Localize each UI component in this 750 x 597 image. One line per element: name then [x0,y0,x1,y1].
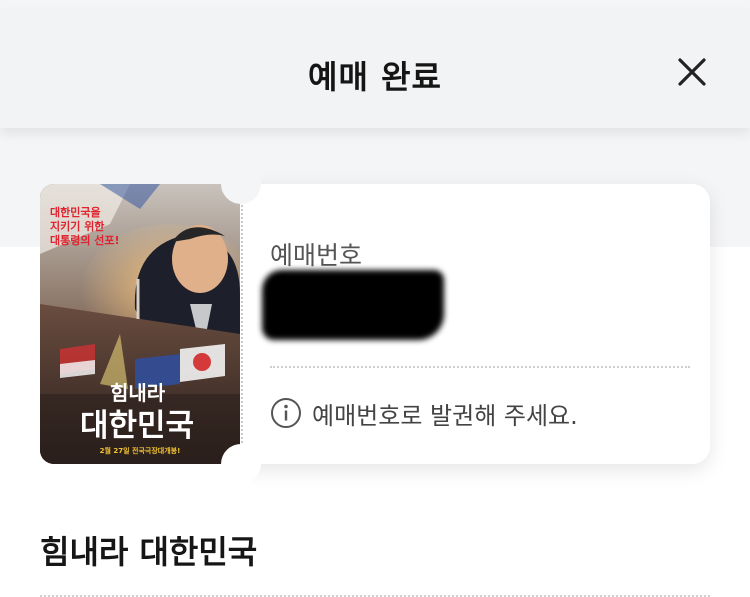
close-icon [678,58,706,86]
poster-image: 대한민국을 지키기 위한 대통령의 선포! 힘내라 대한민국 2월 27일 전국… [40,184,240,464]
ticket-notch-bottom [221,444,261,484]
poster-tagline-line-1: 대한민국을 [50,205,101,219]
modal-header: 예매 완료 [0,8,750,128]
poster-tagline-line-3: 대통령의 선포! [50,233,120,247]
poster-title-line-1: 힘내라 [110,381,166,405]
ticket-divider [270,366,690,368]
ticket-perforation [241,198,243,450]
close-button[interactable] [672,52,712,92]
ticket-notch-top [221,164,261,204]
poster-release-note: 2월 27일 전국극장대개봉! [100,446,181,455]
movie-poster: 대한민국을 지키기 위한 대통령의 선포! 힘내라 대한민국 2월 27일 전국… [40,184,240,464]
movie-title: 힘내라 대한민국 [40,533,258,571]
pickup-notice: 예매번호로 발권해 주세요. [270,396,578,430]
poster-tagline-line-2: 지키기 위한 [50,219,104,233]
ticket-card: 대한민국을 지키기 위한 대통령의 선포! 힘내라 대한민국 2월 27일 전국… [40,164,710,484]
booking-number-redacted [262,270,444,340]
booking-number-label: 예매번호 [270,241,363,270]
poster-title-line-2: 대한민국 [80,408,194,444]
pickup-notice-text: 예매번호로 발권해 주세요. [312,401,578,430]
info-icon [270,397,302,429]
page-title: 예매 완료 [308,58,442,96]
